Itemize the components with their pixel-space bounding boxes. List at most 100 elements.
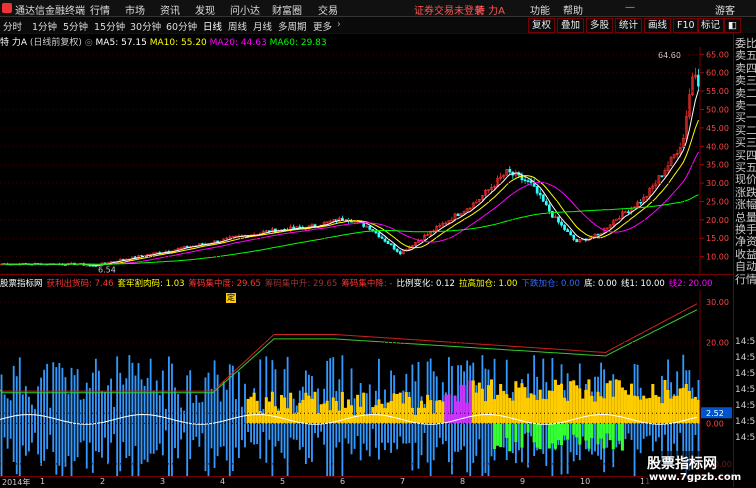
chip-bar [286,408,290,424]
chip-bar [596,391,600,424]
chip-bar [337,410,341,424]
period-weekly[interactable]: 周线 [228,19,247,33]
menu-item-shichang[interactable]: 市场 [125,2,145,17]
chip-bar [666,389,670,424]
date-tick-label: 2014年 [2,478,31,487]
date-axis: 2014年1234567891011 [0,476,733,488]
period-multi[interactable]: 多周期 [278,19,307,33]
candle-body [392,244,396,250]
ma60-line [1,194,699,265]
menu-item-hangqing[interactable]: 行情 [90,2,110,17]
menu-item-caifuquan[interactable]: 财富圈 [272,2,302,17]
menu-item-wenxiaoda[interactable]: 问小达 [230,2,260,17]
menu-item-guest[interactable]: 游客 [715,2,735,17]
minimize-icon[interactable]: — [625,2,635,13]
date-tick-label: 5 [280,477,286,486]
tool-huaxian[interactable]: 画线 [644,18,672,33]
chip-bar [547,390,551,424]
candle-body [377,232,381,238]
event-marker[interactable]: 定 [226,293,236,303]
chip-bar [471,380,475,424]
chip-bar [444,394,448,424]
candle-body [456,213,460,217]
tick-time: 14:56 [735,385,756,395]
quote-label: 行情 [735,272,756,286]
chip-bar [611,396,615,424]
candle-body [557,216,560,223]
tool-fuquan[interactable]: 复权 [528,18,556,33]
period-15min[interactable]: 15分钟 [94,19,125,33]
indicator-chart[interactable]: 30.0020.002.520.00-10.00 [0,290,733,476]
tool-duogu[interactable]: 多股 [586,18,614,33]
candle-body [627,211,630,213]
period-fenshi[interactable]: 分时 [3,19,22,33]
candle-body [380,236,384,239]
tool-f10[interactable]: F10 [673,18,699,33]
chip-bar [599,396,603,424]
layout-toggle-icon[interactable]: ◧ [724,18,741,33]
chip-bar [590,395,594,424]
drop-bar [550,423,554,444]
chip-bar [483,401,487,424]
menu-item-jiaoyi[interactable]: 交易 [318,2,338,17]
tool-diejia[interactable]: 叠加 [557,18,585,33]
chip-bar [435,400,439,424]
menu-item-bangzhu[interactable]: 帮助 [563,2,583,17]
chip-bar [307,395,311,424]
drop-bar [587,423,591,449]
date-tick-label: 7 [400,477,406,486]
chip-bar [480,388,484,424]
period-5min[interactable]: 5分钟 [63,19,88,33]
login-status[interactable]: 证券交易未登录 [414,2,484,17]
period-daily[interactable]: 日线 [203,19,222,33]
chip-bar [313,391,317,424]
chip-bar [493,399,497,424]
tool-tongji[interactable]: 统计 [615,18,643,33]
chip-bar [587,379,591,424]
date-tick-label: 4 [220,477,226,486]
drop-bar [560,423,564,446]
chip-bar [346,399,350,424]
chip-bar [438,400,442,424]
chevron-right-icon[interactable]: › [337,19,341,30]
chip-bar [450,414,454,424]
date-tick-label: 2 [100,477,106,486]
chip-bar [331,397,335,424]
chip-bar [553,379,557,424]
indicator-value: 线2: 20.00 [668,279,713,289]
tick-time: 14:56 [735,401,756,411]
chip-bar [368,414,372,424]
period-60min[interactable]: 60分钟 [166,19,197,33]
period-more[interactable]: 更多 [313,19,332,33]
chip-bar [550,390,554,424]
watermark-url: www.7gpzb.com [649,472,742,483]
chip-bar [301,399,305,424]
candle-body [535,186,539,194]
chip-bar [292,413,296,424]
chip-bar [675,395,679,424]
period-30min[interactable]: 30分钟 [130,19,161,33]
drop-bar [508,423,512,452]
chip-bar [365,414,369,424]
menu-item-faxian[interactable]: 发现 [195,2,215,17]
price-tick-label: 30.00 [706,179,729,188]
chip-bar [289,392,293,424]
period-monthly[interactable]: 月线 [253,19,272,33]
menu-item-zixun[interactable]: 资讯 [160,2,180,17]
date-tick-label: 6 [340,477,346,486]
chip-bar [426,394,430,424]
candle-body [395,248,399,252]
chip-bar [356,394,360,424]
candle-body [538,192,542,196]
period-1min[interactable]: 1分钟 [32,19,57,33]
menu-item-gongneng[interactable]: 功能 [530,2,550,17]
drop-bar [563,423,567,436]
price-chart[interactable]: 64.60 6.54 65.00 60.00 55.00 50.00 45.00 40.00… [0,47,733,275]
indicator-name[interactable]: 股票指标网 [0,279,43,289]
tick-time: 14:56 [735,433,756,443]
chip-bar [526,397,530,424]
app-logo-icon [2,3,12,13]
drop-bar [556,423,560,441]
tool-biaoji[interactable]: 标记 [697,18,725,33]
chip-bar [334,401,338,424]
